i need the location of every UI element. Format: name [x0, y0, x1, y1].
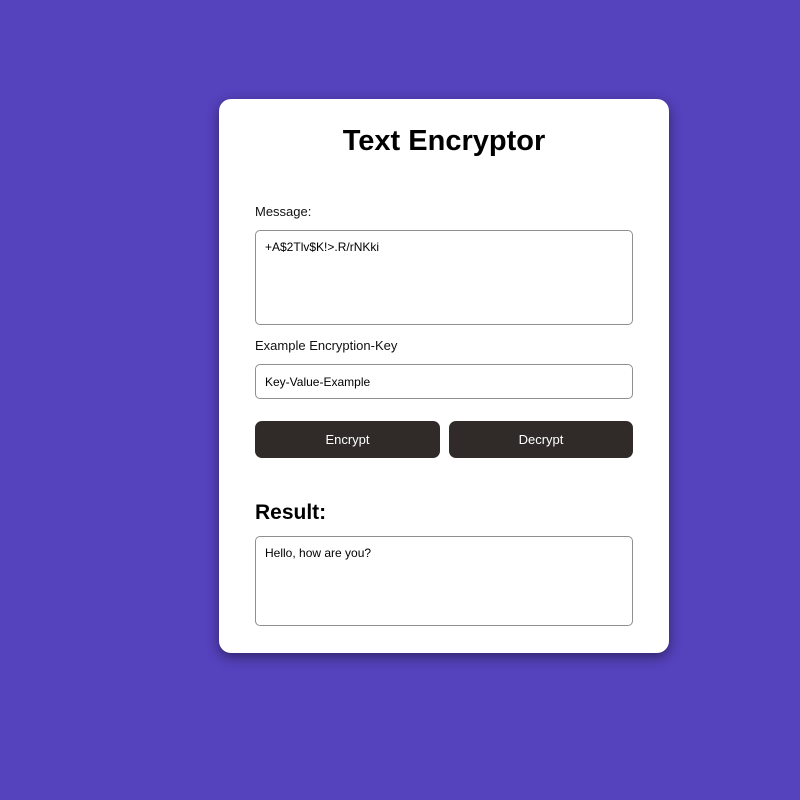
message-label: Message:: [255, 204, 312, 219]
message-input[interactable]: +A$2Tlv$K!>.R/rNKki: [255, 230, 633, 325]
decrypt-button[interactable]: Decrypt: [449, 421, 633, 458]
encryption-key-input[interactable]: [255, 364, 633, 399]
page-title: Text Encryptor: [342, 125, 546, 157]
encryptor-card: Text Encryptor Message: +A$2Tlv$K!>.R/rN…: [219, 99, 669, 653]
encrypt-button[interactable]: Encrypt: [255, 421, 440, 458]
result-output[interactable]: Hello, how are you?: [255, 536, 633, 626]
encryption-key-label: Example Encryption-Key: [255, 338, 398, 353]
result-heading: Result:: [255, 501, 327, 524]
